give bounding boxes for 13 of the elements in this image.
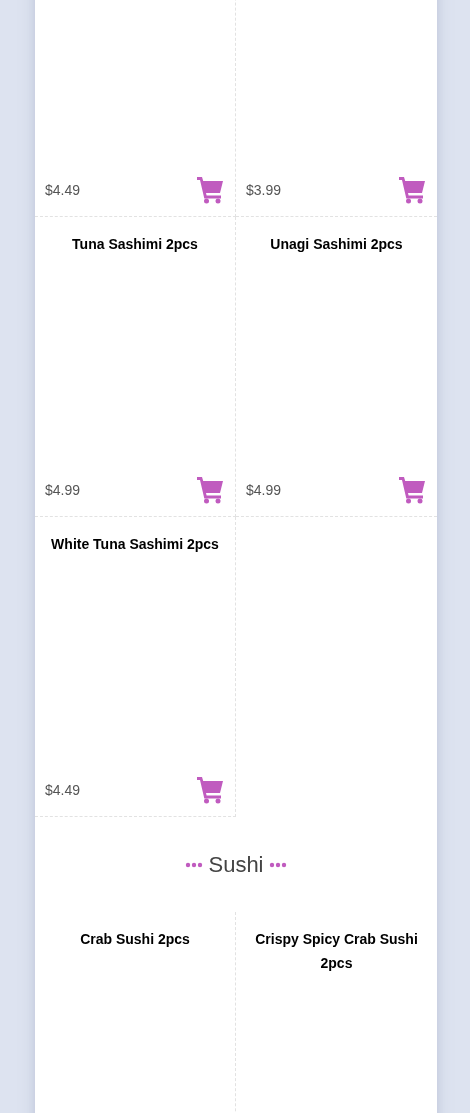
dots-icon xyxy=(185,861,204,868)
item-price: $4.99 xyxy=(246,481,282,500)
section-title: Sushi xyxy=(208,851,264,879)
dots-icon xyxy=(268,861,287,868)
item-price: $4.49 xyxy=(45,181,81,200)
item-title: Crispy Spicy Crab Sushi 2pcs xyxy=(255,931,418,971)
item-title: Crab Sushi 2pcs xyxy=(80,931,190,947)
item-title: Tuna Sashimi 2pcs xyxy=(72,236,198,252)
item-price: $4.99 xyxy=(45,481,81,500)
item-price: $3.99 xyxy=(246,181,282,200)
item-title: Unagi Sashimi 2pcs xyxy=(270,236,403,252)
item-title: White Tuna Sashimi 2pcs xyxy=(51,536,219,552)
item-price: $4.49 xyxy=(45,781,81,800)
